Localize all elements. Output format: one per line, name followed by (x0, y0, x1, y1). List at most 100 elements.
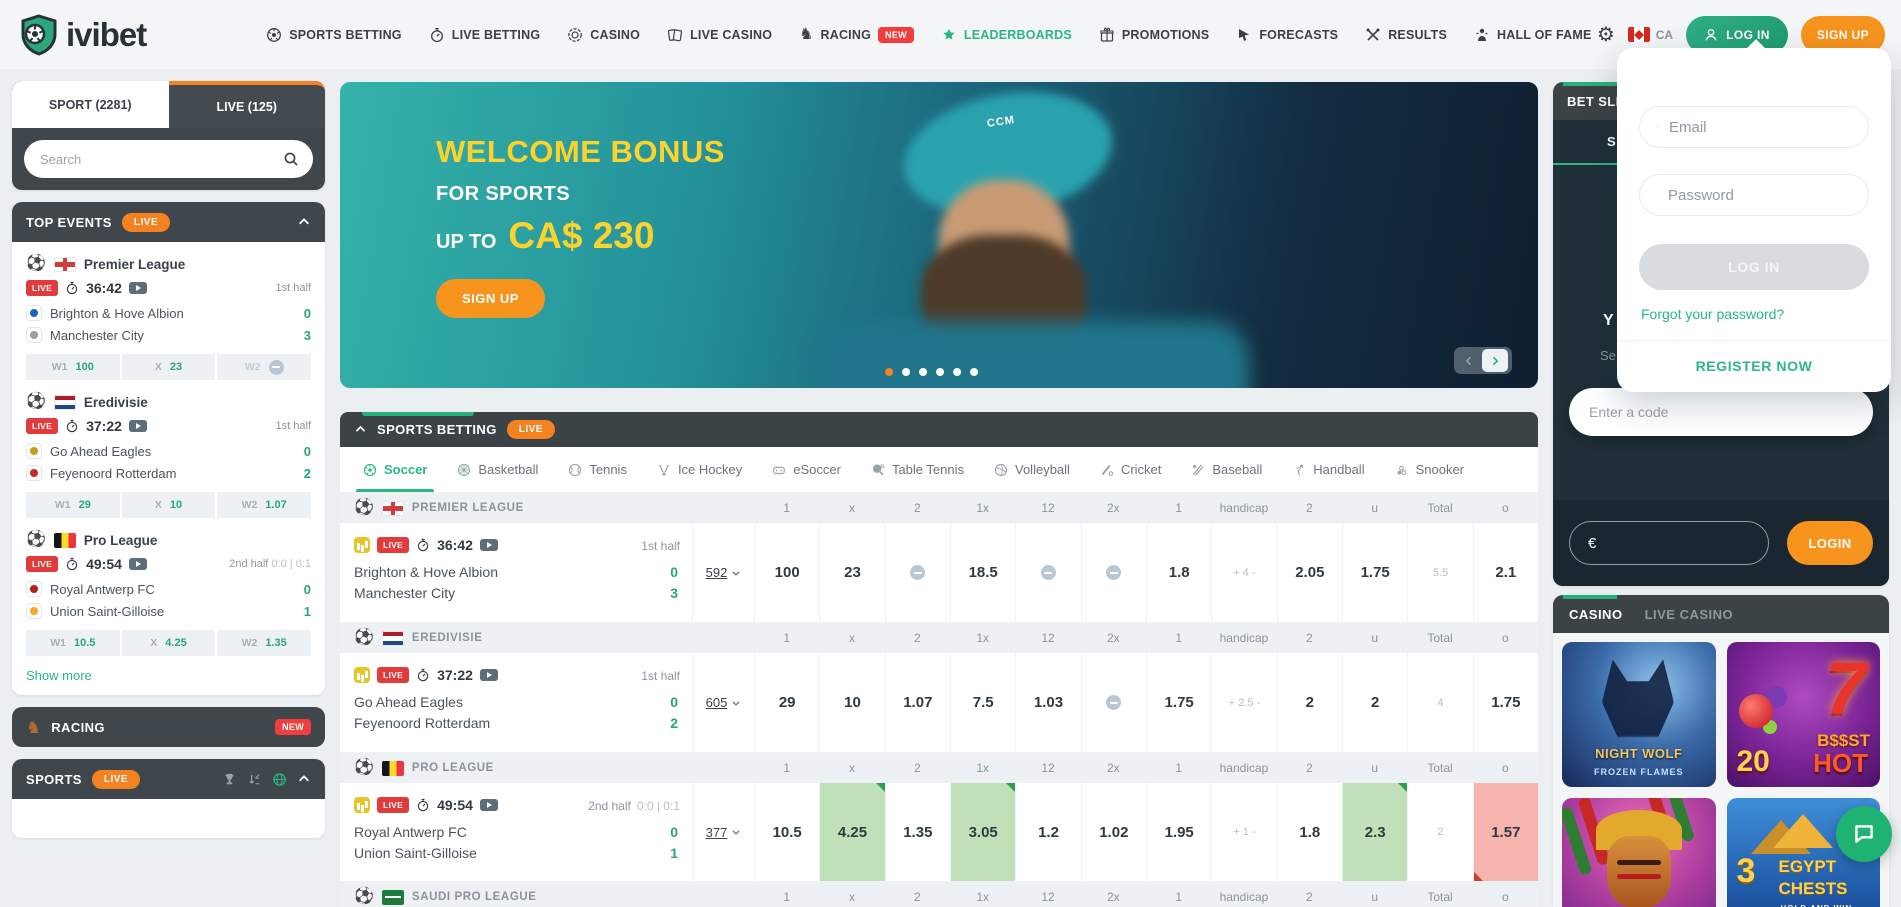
odd-cell[interactable]: 29 (754, 653, 819, 752)
nav-live-betting[interactable]: LIVE BETTING (429, 27, 541, 43)
odd-cell[interactable]: 10.5 (754, 783, 819, 881)
nav-forecasts[interactable]: FORECASTS (1236, 27, 1338, 43)
carousel-dot[interactable] (919, 368, 927, 376)
odd-cell[interactable]: 1.8 (1146, 523, 1211, 622)
game-tile-aztec[interactable] (1562, 798, 1716, 907)
tab-baseball[interactable]: Baseball (1178, 447, 1275, 492)
video-icon[interactable] (480, 539, 498, 551)
odd-w1[interactable]: W1100 (26, 354, 120, 380)
video-icon[interactable] (480, 799, 498, 811)
betslip-login-button[interactable]: LOGIN (1787, 521, 1873, 565)
odd-cell[interactable] (885, 523, 950, 622)
game-tile-20-boost-hot[interactable]: 7 B$$ST 20 HOT (1727, 642, 1881, 787)
brand-logo[interactable]: ivibet (18, 14, 146, 56)
carousel-next-button[interactable] (1482, 349, 1508, 372)
match-info[interactable]: LIVE 36:42 1st half Brighton & Hove Albi… (340, 523, 692, 622)
carousel-dot[interactable] (970, 368, 978, 376)
gear-icon[interactable]: ⚙ (1597, 22, 1615, 47)
show-more-link[interactable]: Show more (12, 656, 325, 695)
sort-az-icon[interactable] (247, 772, 262, 787)
league-header[interactable]: ⚽ EREDIVISIE 1x21x122x1handicap2uTotalo (340, 623, 1538, 653)
stats-icon[interactable] (354, 797, 370, 813)
nav-casino[interactable]: CASINO (567, 27, 640, 43)
odd-cell[interactable]: 1.75 (1473, 653, 1538, 752)
locale-switcher[interactable]: CA (1628, 27, 1673, 42)
odd-cell[interactable]: 7.5 (950, 653, 1015, 752)
email-input[interactable] (1669, 119, 1868, 136)
globe-icon[interactable] (272, 772, 287, 787)
tab-volleyball[interactable]: Volleyball (981, 447, 1083, 492)
markets-count[interactable]: 592 (692, 523, 754, 622)
odd-w1[interactable]: W110.5 (26, 630, 120, 656)
top-events-header[interactable]: TOP EVENTS LIVE (12, 202, 325, 242)
match-info[interactable]: LIVE 49:54 2nd half0:0 | 0:1 Royal Antwe… (340, 783, 692, 881)
odd-cell[interactable]: 2 (1342, 653, 1407, 752)
carousel-dot[interactable] (902, 368, 910, 376)
racing-section-header[interactable]: ♞ RACING NEW (12, 707, 325, 747)
odd-cell[interactable]: 1.35 (885, 783, 950, 881)
odd-x[interactable]: X10 (122, 492, 216, 518)
chevron-up-icon[interactable] (297, 772, 311, 786)
odd-x[interactable]: X4.25 (122, 630, 216, 656)
carousel-dot[interactable] (936, 368, 944, 376)
tab-handball[interactable]: Handball (1279, 447, 1377, 492)
nav-leaderboards[interactable]: LEADERBOARDS (941, 27, 1072, 43)
odd-cell[interactable]: 18.5 (950, 523, 1015, 622)
odd-cell-dropped[interactable]: 1.57 (1473, 783, 1538, 881)
odd-cell[interactable]: 1.75 (1146, 653, 1211, 752)
chevron-up-icon[interactable] (297, 215, 311, 229)
password-input[interactable] (1668, 187, 1867, 204)
trophy-icon[interactable] (222, 772, 237, 787)
markets-count[interactable]: 377 (692, 783, 754, 881)
video-icon[interactable] (480, 669, 498, 681)
list-item[interactable]: ⚽ Premier League LIVE 36:42 1st half Bri… (12, 242, 325, 380)
nav-live-casino[interactable]: LIVE CASINO (667, 27, 772, 43)
odd-cell[interactable]: 2.1 (1473, 523, 1538, 622)
tab-ice-hockey[interactable]: Ice Hockey (644, 447, 755, 492)
odd-w2[interactable]: W21.07 (217, 492, 311, 518)
odd-cell[interactable]: 10 (819, 653, 884, 752)
league-header[interactable]: ⚽ SAUDI PRO LEAGUE 1x21x122x1handicap2uT… (340, 882, 1538, 907)
banner-signup-button[interactable]: SIGN UP (436, 279, 545, 318)
email-field[interactable] (1639, 106, 1869, 148)
tab-snooker[interactable]: Snooker (1382, 447, 1477, 492)
tab-soccer[interactable]: Soccer (350, 447, 440, 492)
sports-betting-header[interactable]: SPORTS BETTING LIVE (340, 412, 1538, 447)
tab-live[interactable]: LIVE (125) (169, 81, 326, 128)
forgot-password-link[interactable]: Forgot your password? (1641, 306, 1784, 322)
odd-x[interactable]: X23 (122, 354, 216, 380)
tab-tennis[interactable]: Tennis (555, 447, 640, 492)
nav-hall-of-fame[interactable]: HALL OF FAME (1474, 27, 1592, 43)
nav-sports-betting[interactable]: SPORTS BETTING (266, 27, 402, 43)
stats-icon[interactable] (354, 667, 370, 683)
odd-cell[interactable]: 1.8 (1277, 783, 1342, 881)
sports-section-header[interactable]: SPORTS LIVE (12, 759, 325, 799)
odd-cell-raised[interactable]: 3.05 (950, 783, 1015, 881)
tab-casino[interactable]: CASINO (1569, 607, 1623, 622)
odd-cell[interactable] (1015, 523, 1080, 622)
game-tile-night-wolf[interactable]: NIGHT WOLF FROZEN FLAMES (1562, 642, 1716, 787)
odd-cell[interactable]: 23 (819, 523, 884, 622)
odd-w1[interactable]: W129 (26, 492, 120, 518)
tab-live-casino[interactable]: LIVE CASINO (1645, 607, 1734, 622)
league-header[interactable]: ⚽ PRO LEAGUE 1x21x122x1handicap2uTotalo (340, 753, 1538, 783)
odd-cell[interactable]: 1.75 (1342, 523, 1407, 622)
stake-input[interactable]: € (1569, 521, 1769, 565)
odd-cell-raised[interactable]: 2.3 (1342, 783, 1407, 881)
carousel-dot[interactable] (953, 368, 961, 376)
odd-cell[interactable]: 1.95 (1146, 783, 1211, 881)
match-info[interactable]: LIVE 37:22 1st half Go Ahead Eagles0 Fey… (340, 653, 692, 752)
league-header[interactable]: ⚽ PREMIER LEAGUE 1x21x122x1handicap2uTot… (340, 493, 1538, 523)
odd-cell[interactable]: 100 (754, 523, 819, 622)
video-icon[interactable] (129, 420, 147, 432)
odd-cell[interactable]: 1.2 (1015, 783, 1080, 881)
list-item[interactable]: ⚽ Eredivisie LIVE 37:22 1st half Go Ahea… (12, 380, 325, 518)
tab-esoccer[interactable]: eSoccer (759, 447, 854, 492)
nav-racing[interactable]: ♞ RACING NEW (799, 27, 914, 43)
odd-cell[interactable] (1081, 523, 1146, 622)
carousel-dot[interactable] (885, 368, 893, 376)
register-now-link[interactable]: REGISTER NOW (1617, 358, 1891, 374)
tab-sport[interactable]: SPORT (2281) (12, 81, 169, 128)
odd-cell[interactable] (1081, 653, 1146, 752)
stats-icon[interactable] (354, 537, 370, 553)
